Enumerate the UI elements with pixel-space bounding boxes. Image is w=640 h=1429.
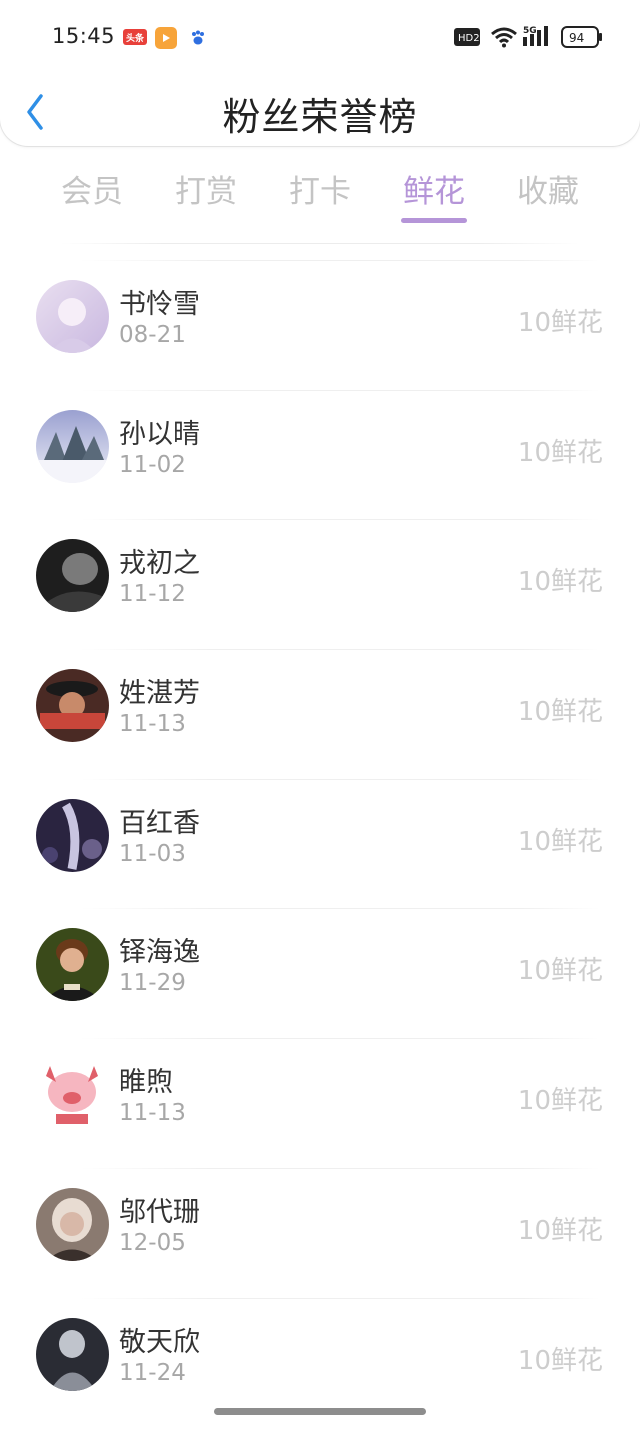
fan-name: 睢煦 xyxy=(119,1067,173,1099)
fan-date: 11-13 xyxy=(119,711,186,738)
avatar[interactable] xyxy=(36,280,109,353)
list-item[interactable]: 铎海逸 11-29 10鲜花 xyxy=(0,908,640,1038)
fan-name: 铎海逸 xyxy=(119,937,200,969)
cell-signal-icon: 5G xyxy=(523,24,553,52)
list-item[interactable]: 孙以晴 11-02 10鲜花 xyxy=(0,389,640,520)
fan-date: 11-13 xyxy=(119,1100,186,1127)
tab-checkin[interactable]: 打卡 xyxy=(260,166,380,211)
flower-amount: 10鲜花 xyxy=(517,1086,603,1117)
list-item[interactable]: 邬代珊 12-05 10鲜花 xyxy=(0,1167,640,1298)
tab-bar: 会员 打赏 打卡 鲜花 收藏 xyxy=(0,160,640,230)
flower-amount: 10鲜花 xyxy=(517,1215,603,1246)
fan-name: 孙以晴 xyxy=(119,418,200,450)
list-item[interactable]: 书怜雪 08-21 10鲜花 xyxy=(0,260,640,390)
flower-amount: 10鲜花 xyxy=(517,697,603,728)
fan-date: 11-12 xyxy=(119,581,186,608)
fan-name: 姓湛芳 xyxy=(119,678,200,710)
flower-amount: 10鲜花 xyxy=(517,308,603,338)
fan-name: 敬天欣 xyxy=(119,1326,200,1358)
avatar[interactable] xyxy=(36,928,109,1002)
flower-amount: 10鲜花 xyxy=(517,567,603,598)
avatar[interactable] xyxy=(36,409,109,483)
fan-name: 戎初之 xyxy=(119,548,200,580)
cell-label: 5G xyxy=(523,26,537,36)
fan-list: 书怜雪 08-21 10鲜花 孙以晴 11-02 10鲜花 戎初之 11-12 … xyxy=(0,260,640,1427)
toutiao-app-icon: 头条 xyxy=(123,29,147,45)
home-indicator[interactable] xyxy=(214,1408,426,1415)
fan-name: 百红香 xyxy=(119,807,200,839)
avatar[interactable] xyxy=(36,1317,109,1391)
video-app-icon xyxy=(155,27,177,49)
tab-favorites[interactable]: 收藏 xyxy=(488,166,608,211)
hd-label: HD2 xyxy=(458,33,480,44)
avatar[interactable] xyxy=(36,1187,109,1261)
avatar[interactable] xyxy=(36,798,109,872)
list-item[interactable]: 百红香 11-03 10鲜花 xyxy=(0,778,640,909)
fan-name: 邬代珊 xyxy=(119,1196,200,1228)
list-item[interactable]: 姓湛芳 11-13 10鲜花 xyxy=(0,649,640,779)
fan-date: 08-21 xyxy=(119,322,186,348)
list-item[interactable]: 戎初之 11-12 10鲜花 xyxy=(0,519,640,649)
status-time: 15:45 xyxy=(52,24,116,48)
avatar[interactable] xyxy=(36,539,109,613)
tab-flowers[interactable]: 鲜花 xyxy=(374,166,494,211)
avatar[interactable] xyxy=(36,1058,109,1132)
wifi-icon xyxy=(490,26,518,52)
baidu-paw-icon xyxy=(187,27,209,49)
fan-date: 11-24 xyxy=(119,1359,186,1386)
fan-name: 书怜雪 xyxy=(119,289,200,320)
tab-member[interactable]: 会员 xyxy=(32,166,152,211)
flower-amount: 10鲜花 xyxy=(517,1345,603,1376)
battery-icon: 94 xyxy=(561,26,603,52)
fan-date: 12-05 xyxy=(119,1229,186,1256)
battery-level: 94 xyxy=(569,31,584,45)
hd-network-icon: HD2 xyxy=(454,28,480,50)
list-item[interactable]: 睢煦 11-13 10鲜花 xyxy=(0,1038,640,1168)
page-title: 粉丝荣誉榜 xyxy=(222,95,418,139)
fan-date: 11-03 xyxy=(119,840,186,867)
flower-amount: 10鲜花 xyxy=(517,956,603,987)
fan-date: 11-29 xyxy=(119,970,186,997)
tab-reward[interactable]: 打赏 xyxy=(146,166,266,211)
active-tab-indicator xyxy=(401,218,467,223)
avatar[interactable] xyxy=(36,669,109,743)
status-bar: 15:45 头条 HD2 5G 94 xyxy=(0,0,640,74)
flower-amount: 10鲜花 xyxy=(517,826,603,857)
divider xyxy=(60,243,580,244)
fan-date: 11-02 xyxy=(119,451,186,478)
flower-amount: 10鲜花 xyxy=(517,437,603,468)
